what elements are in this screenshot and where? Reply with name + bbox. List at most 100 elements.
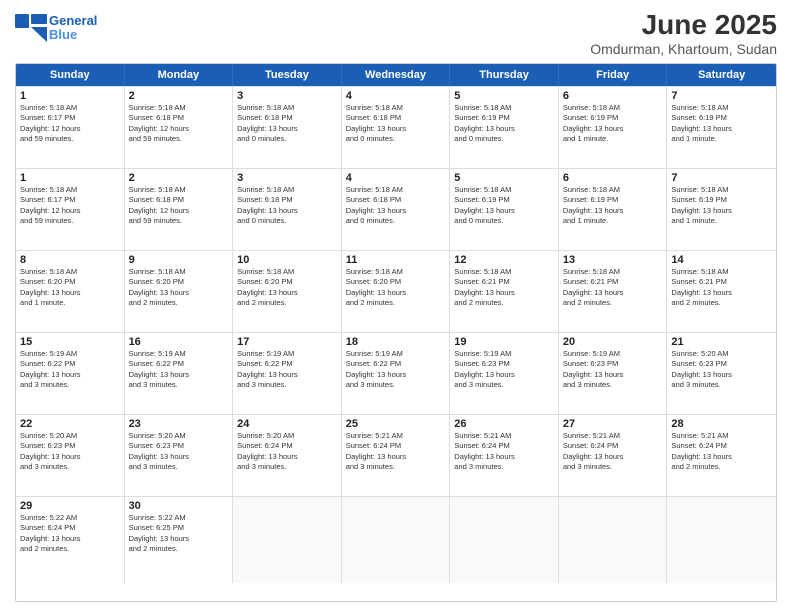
day-number: 23 xyxy=(129,418,229,430)
day-number: 12 xyxy=(454,254,554,266)
calendar-cell: 15Sunrise: 5:19 AM Sunset: 6:22 PM Dayli… xyxy=(16,333,125,419)
day-info: Sunrise: 5:19 AM Sunset: 6:22 PM Dayligh… xyxy=(20,349,120,391)
calendar-header-day: Thursday xyxy=(450,64,559,86)
calendar-header: SundayMondayTuesdayWednesdayThursdayFrid… xyxy=(16,64,776,86)
day-info: Sunrise: 5:18 AM Sunset: 6:20 PM Dayligh… xyxy=(346,267,446,309)
day-info: Sunrise: 5:18 AM Sunset: 6:18 PM Dayligh… xyxy=(346,185,446,227)
day-info: Sunrise: 5:18 AM Sunset: 6:19 PM Dayligh… xyxy=(563,185,663,227)
calendar-cell: 21Sunrise: 5:20 AM Sunset: 6:23 PM Dayli… xyxy=(667,333,776,419)
calendar-cell: 5Sunrise: 5:18 AM Sunset: 6:19 PM Daylig… xyxy=(450,87,559,173)
day-info: Sunrise: 5:21 AM Sunset: 6:24 PM Dayligh… xyxy=(454,431,554,473)
calendar-cell: 6Sunrise: 5:18 AM Sunset: 6:19 PM Daylig… xyxy=(559,87,668,173)
calendar-cell: 14Sunrise: 5:18 AM Sunset: 6:21 PM Dayli… xyxy=(667,251,776,337)
day-info: Sunrise: 5:18 AM Sunset: 6:18 PM Dayligh… xyxy=(237,103,337,145)
calendar-row: 1Sunrise: 5:18 AM Sunset: 6:17 PM Daylig… xyxy=(16,168,776,250)
day-number: 6 xyxy=(563,90,663,102)
day-number: 11 xyxy=(346,254,446,266)
calendar-header-day: Monday xyxy=(125,64,234,86)
day-number: 5 xyxy=(454,172,554,184)
day-info: Sunrise: 5:18 AM Sunset: 6:17 PM Dayligh… xyxy=(20,185,120,227)
day-info: Sunrise: 5:20 AM Sunset: 6:23 PM Dayligh… xyxy=(671,349,772,391)
day-number: 13 xyxy=(563,254,663,266)
calendar-cell: 20Sunrise: 5:19 AM Sunset: 6:23 PM Dayli… xyxy=(559,333,668,419)
calendar-cell: 5Sunrise: 5:18 AM Sunset: 6:19 PM Daylig… xyxy=(450,169,559,255)
calendar-cell: 27Sunrise: 5:21 AM Sunset: 6:24 PM Dayli… xyxy=(559,415,668,501)
day-info: Sunrise: 5:18 AM Sunset: 6:19 PM Dayligh… xyxy=(454,185,554,227)
calendar-cell: 28Sunrise: 5:21 AM Sunset: 6:24 PM Dayli… xyxy=(667,415,776,501)
day-info: Sunrise: 5:20 AM Sunset: 6:23 PM Dayligh… xyxy=(129,431,229,473)
calendar-body: 1Sunrise: 5:18 AM Sunset: 6:17 PM Daylig… xyxy=(16,86,776,578)
day-info: Sunrise: 5:22 AM Sunset: 6:25 PM Dayligh… xyxy=(129,513,229,555)
calendar-cell: 11Sunrise: 5:18 AM Sunset: 6:20 PM Dayli… xyxy=(342,251,451,337)
calendar-cell: 3Sunrise: 5:18 AM Sunset: 6:18 PM Daylig… xyxy=(233,87,342,173)
day-number: 3 xyxy=(237,172,337,184)
calendar-cell: 26Sunrise: 5:21 AM Sunset: 6:24 PM Dayli… xyxy=(450,415,559,501)
day-number: 4 xyxy=(346,90,446,102)
calendar-cell: 13Sunrise: 5:18 AM Sunset: 6:21 PM Dayli… xyxy=(559,251,668,337)
logo: General Blue xyxy=(15,14,97,43)
title-block: June 2025 Omdurman, Khartoum, Sudan xyxy=(590,10,777,57)
day-info: Sunrise: 5:20 AM Sunset: 6:23 PM Dayligh… xyxy=(20,431,120,473)
calendar-header-day: Sunday xyxy=(16,64,125,86)
day-info: Sunrise: 5:19 AM Sunset: 6:23 PM Dayligh… xyxy=(454,349,554,391)
day-number: 5 xyxy=(454,90,554,102)
calendar-cell xyxy=(233,497,342,583)
main-title: June 2025 xyxy=(590,10,777,41)
day-number: 24 xyxy=(237,418,337,430)
day-info: Sunrise: 5:19 AM Sunset: 6:23 PM Dayligh… xyxy=(563,349,663,391)
day-info: Sunrise: 5:19 AM Sunset: 6:22 PM Dayligh… xyxy=(346,349,446,391)
logo-svg xyxy=(15,14,47,42)
day-number: 6 xyxy=(563,172,663,184)
day-number: 7 xyxy=(671,172,772,184)
calendar-cell: 17Sunrise: 5:19 AM Sunset: 6:22 PM Dayli… xyxy=(233,333,342,419)
day-number: 28 xyxy=(671,418,772,430)
day-number: 2 xyxy=(129,172,229,184)
day-info: Sunrise: 5:21 AM Sunset: 6:24 PM Dayligh… xyxy=(346,431,446,473)
header: General Blue June 2025 Omdurman, Khartou… xyxy=(15,10,777,57)
calendar-header-day: Wednesday xyxy=(342,64,451,86)
day-info: Sunrise: 5:18 AM Sunset: 6:18 PM Dayligh… xyxy=(346,103,446,145)
calendar-cell: 23Sunrise: 5:20 AM Sunset: 6:23 PM Dayli… xyxy=(125,415,234,501)
day-info: Sunrise: 5:18 AM Sunset: 6:19 PM Dayligh… xyxy=(671,103,772,145)
day-number: 21 xyxy=(671,336,772,348)
calendar-header-day: Saturday xyxy=(667,64,776,86)
calendar-cell: 2Sunrise: 5:18 AM Sunset: 6:18 PM Daylig… xyxy=(125,87,234,173)
day-info: Sunrise: 5:18 AM Sunset: 6:20 PM Dayligh… xyxy=(237,267,337,309)
day-info: Sunrise: 5:19 AM Sunset: 6:22 PM Dayligh… xyxy=(129,349,229,391)
day-number: 3 xyxy=(237,90,337,102)
calendar-cell: 16Sunrise: 5:19 AM Sunset: 6:22 PM Dayli… xyxy=(125,333,234,419)
calendar-cell: 6Sunrise: 5:18 AM Sunset: 6:19 PM Daylig… xyxy=(559,169,668,255)
day-number: 2 xyxy=(129,90,229,102)
calendar: SundayMondayTuesdayWednesdayThursdayFrid… xyxy=(15,63,777,602)
calendar-cell xyxy=(667,497,776,583)
day-number: 1 xyxy=(20,172,120,184)
day-number: 22 xyxy=(20,418,120,430)
day-info: Sunrise: 5:18 AM Sunset: 6:21 PM Dayligh… xyxy=(671,267,772,309)
day-info: Sunrise: 5:19 AM Sunset: 6:22 PM Dayligh… xyxy=(237,349,337,391)
day-number: 14 xyxy=(671,254,772,266)
day-info: Sunrise: 5:18 AM Sunset: 6:19 PM Dayligh… xyxy=(454,103,554,145)
day-number: 18 xyxy=(346,336,446,348)
day-number: 4 xyxy=(346,172,446,184)
calendar-cell: 7Sunrise: 5:18 AM Sunset: 6:19 PM Daylig… xyxy=(667,87,776,173)
page: General Blue June 2025 Omdurman, Khartou… xyxy=(0,0,792,612)
calendar-cell: 12Sunrise: 5:18 AM Sunset: 6:21 PM Dayli… xyxy=(450,251,559,337)
calendar-cell: 7Sunrise: 5:18 AM Sunset: 6:19 PM Daylig… xyxy=(667,169,776,255)
day-info: Sunrise: 5:21 AM Sunset: 6:24 PM Dayligh… xyxy=(563,431,663,473)
day-info: Sunrise: 5:18 AM Sunset: 6:20 PM Dayligh… xyxy=(129,267,229,309)
calendar-cell: 4Sunrise: 5:18 AM Sunset: 6:18 PM Daylig… xyxy=(342,169,451,255)
calendar-cell: 9Sunrise: 5:18 AM Sunset: 6:20 PM Daylig… xyxy=(125,251,234,337)
day-number: 27 xyxy=(563,418,663,430)
day-number: 8 xyxy=(20,254,120,266)
calendar-header-day: Tuesday xyxy=(233,64,342,86)
day-number: 7 xyxy=(671,90,772,102)
calendar-cell xyxy=(342,497,451,583)
calendar-cell: 22Sunrise: 5:20 AM Sunset: 6:23 PM Dayli… xyxy=(16,415,125,501)
day-info: Sunrise: 5:21 AM Sunset: 6:24 PM Dayligh… xyxy=(671,431,772,473)
calendar-cell: 1Sunrise: 5:18 AM Sunset: 6:17 PM Daylig… xyxy=(16,169,125,255)
day-number: 26 xyxy=(454,418,554,430)
day-number: 30 xyxy=(129,500,229,512)
day-info: Sunrise: 5:18 AM Sunset: 6:21 PM Dayligh… xyxy=(563,267,663,309)
day-number: 15 xyxy=(20,336,120,348)
day-info: Sunrise: 5:18 AM Sunset: 6:17 PM Dayligh… xyxy=(20,103,120,145)
